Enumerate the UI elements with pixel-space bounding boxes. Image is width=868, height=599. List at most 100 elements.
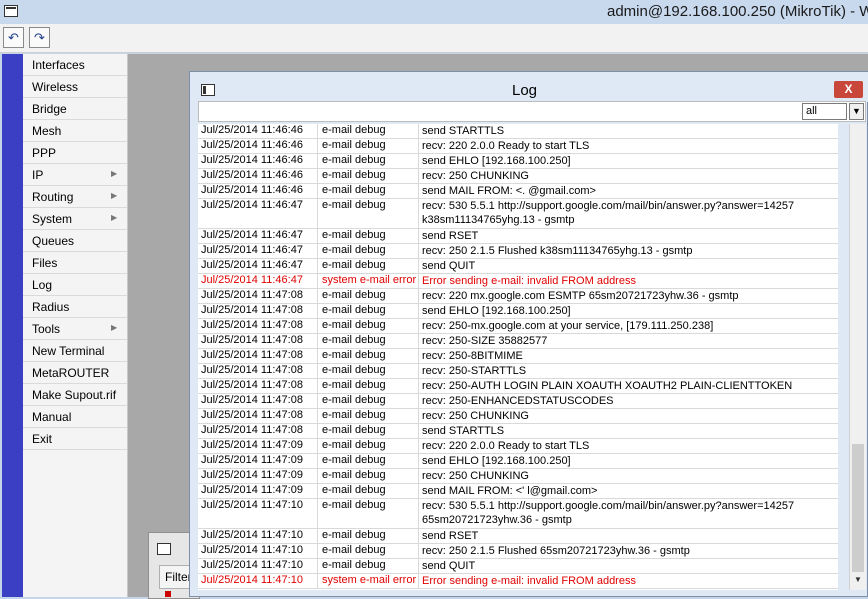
scroll-down-icon[interactable]: ▼ bbox=[852, 574, 864, 586]
log-time-cell: Jul/25/2014 11:47:08 bbox=[201, 289, 318, 303]
menu-item-mesh[interactable]: Mesh bbox=[23, 120, 127, 142]
log-time-cell: Jul/25/2014 11:46:47 bbox=[201, 244, 318, 258]
log-row[interactable]: Jul/25/2014 11:47:09 e-mail debug recv: 22… bbox=[198, 439, 838, 454]
submenu-arrow-icon: ▶ bbox=[111, 169, 118, 178]
undo-icon: ↶ bbox=[8, 30, 19, 45]
log-message-line: send EHLO [192.168.100.250] bbox=[422, 305, 571, 317]
menu-item-ppp[interactable]: PPP bbox=[23, 142, 127, 164]
log-message-line: recv: 250-AUTH LOGIN PLAIN XOAUTH XOAUTH… bbox=[422, 380, 793, 392]
vertical-scrollbar[interactable]: ▼ bbox=[849, 124, 866, 590]
log-message-line: send MAIL FROM: <. @gmail.com> bbox=[422, 185, 596, 197]
close-button[interactable]: X bbox=[834, 81, 863, 98]
topic-filter-dropdown-button[interactable]: ▼ bbox=[849, 103, 864, 120]
remove-icon[interactable] bbox=[165, 591, 171, 597]
log-row[interactable]: Jul/25/2014 11:47:08 e-mail debug recv: 22… bbox=[198, 289, 838, 304]
menu-item-log[interactable]: Log bbox=[23, 274, 127, 296]
log-message-line: send EHLO [192.168.100.250] bbox=[422, 455, 571, 467]
log-topic-cell: e-mail debug bbox=[322, 199, 419, 228]
menu-item-files[interactable]: Files bbox=[23, 252, 127, 274]
log-row[interactable]: Jul/25/2014 11:46:46 e-mail debug recv: 22… bbox=[198, 139, 838, 154]
log-message-line: 65sm20721723yhw.36 - gsmtp bbox=[422, 514, 572, 526]
window-system-icon[interactable] bbox=[4, 5, 18, 17]
log-window-title-bar[interactable]: Log X bbox=[190, 72, 868, 102]
log-message-cell: send MAIL FROM: <. @gmail.com> bbox=[422, 184, 836, 198]
menu-item-queues[interactable]: Queues bbox=[23, 230, 127, 252]
log-message-line: recv: 250-SIZE 35882577 bbox=[422, 335, 548, 347]
log-row[interactable]: Jul/25/2014 11:47:08 e-mail debug recv: 25… bbox=[198, 394, 838, 409]
log-row[interactable]: Jul/25/2014 11:47:08 e-mail debug send STA… bbox=[198, 424, 838, 439]
scrollbar-thumb[interactable] bbox=[852, 444, 864, 572]
menu-item-label: Interfaces bbox=[32, 58, 85, 72]
menu-item-routing[interactable]: Routing ▶ bbox=[23, 186, 127, 208]
log-message-cell: recv: 250-STARTTLS bbox=[422, 364, 836, 378]
menu-item-new-terminal[interactable]: New Terminal bbox=[23, 340, 127, 362]
log-row-error[interactable]: Jul/25/2014 11:47:10 system e-mail error E… bbox=[198, 574, 838, 589]
log-row[interactable]: Jul/25/2014 11:46:47 e-mail debug send QUI… bbox=[198, 259, 838, 274]
log-row[interactable]: Jul/25/2014 11:47:09 e-mail debug send EHL… bbox=[198, 454, 838, 469]
log-topic-cell: system e-mail error bbox=[322, 574, 419, 588]
menu-item-manual[interactable]: Manual bbox=[23, 406, 127, 428]
log-row[interactable]: Jul/25/2014 11:47:08 e-mail debug recv: 25… bbox=[198, 409, 838, 424]
log-row[interactable]: Jul/25/2014 11:47:08 e-mail debug send EHL… bbox=[198, 304, 838, 319]
log-message-line: recv: 220 2.0.0 Ready to start TLS bbox=[422, 140, 590, 152]
log-time-cell: Jul/25/2014 11:47:08 bbox=[201, 379, 318, 393]
redo-button[interactable]: ↷ bbox=[29, 27, 50, 48]
log-row[interactable]: Jul/25/2014 11:47:09 e-mail debug recv: 25… bbox=[198, 469, 838, 484]
log-topic-cell: e-mail debug bbox=[322, 349, 419, 363]
menu-item-exit[interactable]: Exit bbox=[23, 428, 127, 450]
log-message-cell: Error sending e-mail: invalid FROM addre… bbox=[422, 274, 836, 288]
log-window: Log X all ▼ Jul/25/2014 11:46:46 e-mail d… bbox=[189, 71, 868, 597]
log-message-line: send STARTTLS bbox=[422, 425, 505, 437]
log-message-cell: send EHLO [192.168.100.250] bbox=[422, 304, 836, 318]
log-row[interactable]: Jul/25/2014 11:46:46 e-mail debug send STA… bbox=[198, 124, 838, 139]
log-row[interactable]: Jul/25/2014 11:47:08 e-mail debug recv: 25… bbox=[198, 379, 838, 394]
menu-item-metarouter[interactable]: MetaROUTER bbox=[23, 362, 127, 384]
log-row[interactable]: Jul/25/2014 11:47:08 e-mail debug recv: 25… bbox=[198, 334, 838, 349]
log-row[interactable]: Jul/25/2014 11:47:10 e-mail debug recv: 53… bbox=[198, 499, 838, 529]
log-row[interactable]: Jul/25/2014 11:47:10 e-mail debug send RSE… bbox=[198, 529, 838, 544]
submenu-arrow-icon: ▶ bbox=[111, 213, 118, 222]
log-row[interactable]: Jul/25/2014 11:46:47 e-mail debug recv: 53… bbox=[198, 199, 838, 229]
log-row[interactable]: Jul/25/2014 11:46:47 e-mail debug send RSE… bbox=[198, 229, 838, 244]
log-row[interactable]: Jul/25/2014 11:47:08 e-mail debug recv: 25… bbox=[198, 364, 838, 379]
log-row-error[interactable]: Jul/25/2014 11:46:47 system e-mail error E… bbox=[198, 274, 838, 289]
log-message-line: recv: 530 5.5.1 http://support.google.co… bbox=[422, 500, 795, 512]
log-row[interactable]: Jul/25/2014 11:46:46 e-mail debug recv: 25… bbox=[198, 169, 838, 184]
menu-item-wireless[interactable]: Wireless bbox=[23, 76, 127, 98]
log-message-line: send QUIT bbox=[422, 560, 476, 572]
log-row[interactable]: Jul/25/2014 11:47:10 e-mail debug send QUI… bbox=[198, 559, 838, 574]
menu-item-label: Queues bbox=[32, 234, 75, 248]
log-message-cell: recv: 250 CHUNKING bbox=[422, 469, 836, 483]
log-message-cell: recv: 220 2.0.0 Ready to start TLS bbox=[422, 439, 836, 453]
log-message-cell: recv: 530 5.5.1 http://support.google.co… bbox=[422, 499, 836, 527]
log-time-cell: Jul/25/2014 11:47:08 bbox=[201, 304, 318, 318]
menu-item-make-supout-rif[interactable]: Make Supout.rif bbox=[23, 384, 127, 406]
topic-filter-select[interactable]: all bbox=[802, 103, 847, 120]
log-time-cell: Jul/25/2014 11:47:10 bbox=[201, 574, 318, 588]
log-message-cell: send STARTTLS bbox=[422, 424, 836, 438]
log-row[interactable]: Jul/25/2014 11:47:08 e-mail debug recv: 25… bbox=[198, 319, 838, 334]
log-message-cell: recv: 220 mx.google.com ESMTP 65sm207217… bbox=[422, 289, 836, 303]
menu-item-tools[interactable]: Tools ▶ bbox=[23, 318, 127, 340]
log-row[interactable]: Jul/25/2014 11:47:08 e-mail debug recv: 25… bbox=[198, 349, 838, 364]
log-message-line: send QUIT bbox=[422, 260, 476, 272]
menu-item-system[interactable]: System ▶ bbox=[23, 208, 127, 230]
log-topic-cell: e-mail debug bbox=[322, 379, 419, 393]
menu-item-ip[interactable]: IP ▶ bbox=[23, 164, 127, 186]
log-row[interactable]: Jul/25/2014 11:47:10 e-mail debug recv: 25… bbox=[198, 544, 838, 559]
menu-item-radius[interactable]: Radius bbox=[23, 296, 127, 318]
log-message-line: recv: 250 CHUNKING bbox=[422, 170, 529, 182]
menu-item-bridge[interactable]: Bridge bbox=[23, 98, 127, 120]
undo-button[interactable]: ↶ bbox=[3, 27, 24, 48]
log-row[interactable]: Jul/25/2014 11:46:46 e-mail debug send MAI… bbox=[198, 184, 838, 199]
log-time-cell: Jul/25/2014 11:46:46 bbox=[201, 169, 318, 183]
log-message-line: send MAIL FROM: <' l@gmail.com> bbox=[422, 485, 598, 497]
log-row[interactable]: Jul/25/2014 11:46:47 e-mail debug recv: 25… bbox=[198, 244, 838, 259]
log-message-cell: recv: 250 2.1.5 Flushed k38sm11134765yhg… bbox=[422, 244, 836, 258]
log-time-cell: Jul/25/2014 11:47:08 bbox=[201, 409, 318, 423]
log-message-cell: send RSET bbox=[422, 229, 836, 243]
log-message-line: recv: 250-STARTTLS bbox=[422, 365, 527, 377]
log-row[interactable]: Jul/25/2014 11:47:09 e-mail debug send MAI… bbox=[198, 484, 838, 499]
log-row[interactable]: Jul/25/2014 11:46:46 e-mail debug send EHL… bbox=[198, 154, 838, 169]
menu-item-interfaces[interactable]: Interfaces bbox=[23, 54, 127, 76]
